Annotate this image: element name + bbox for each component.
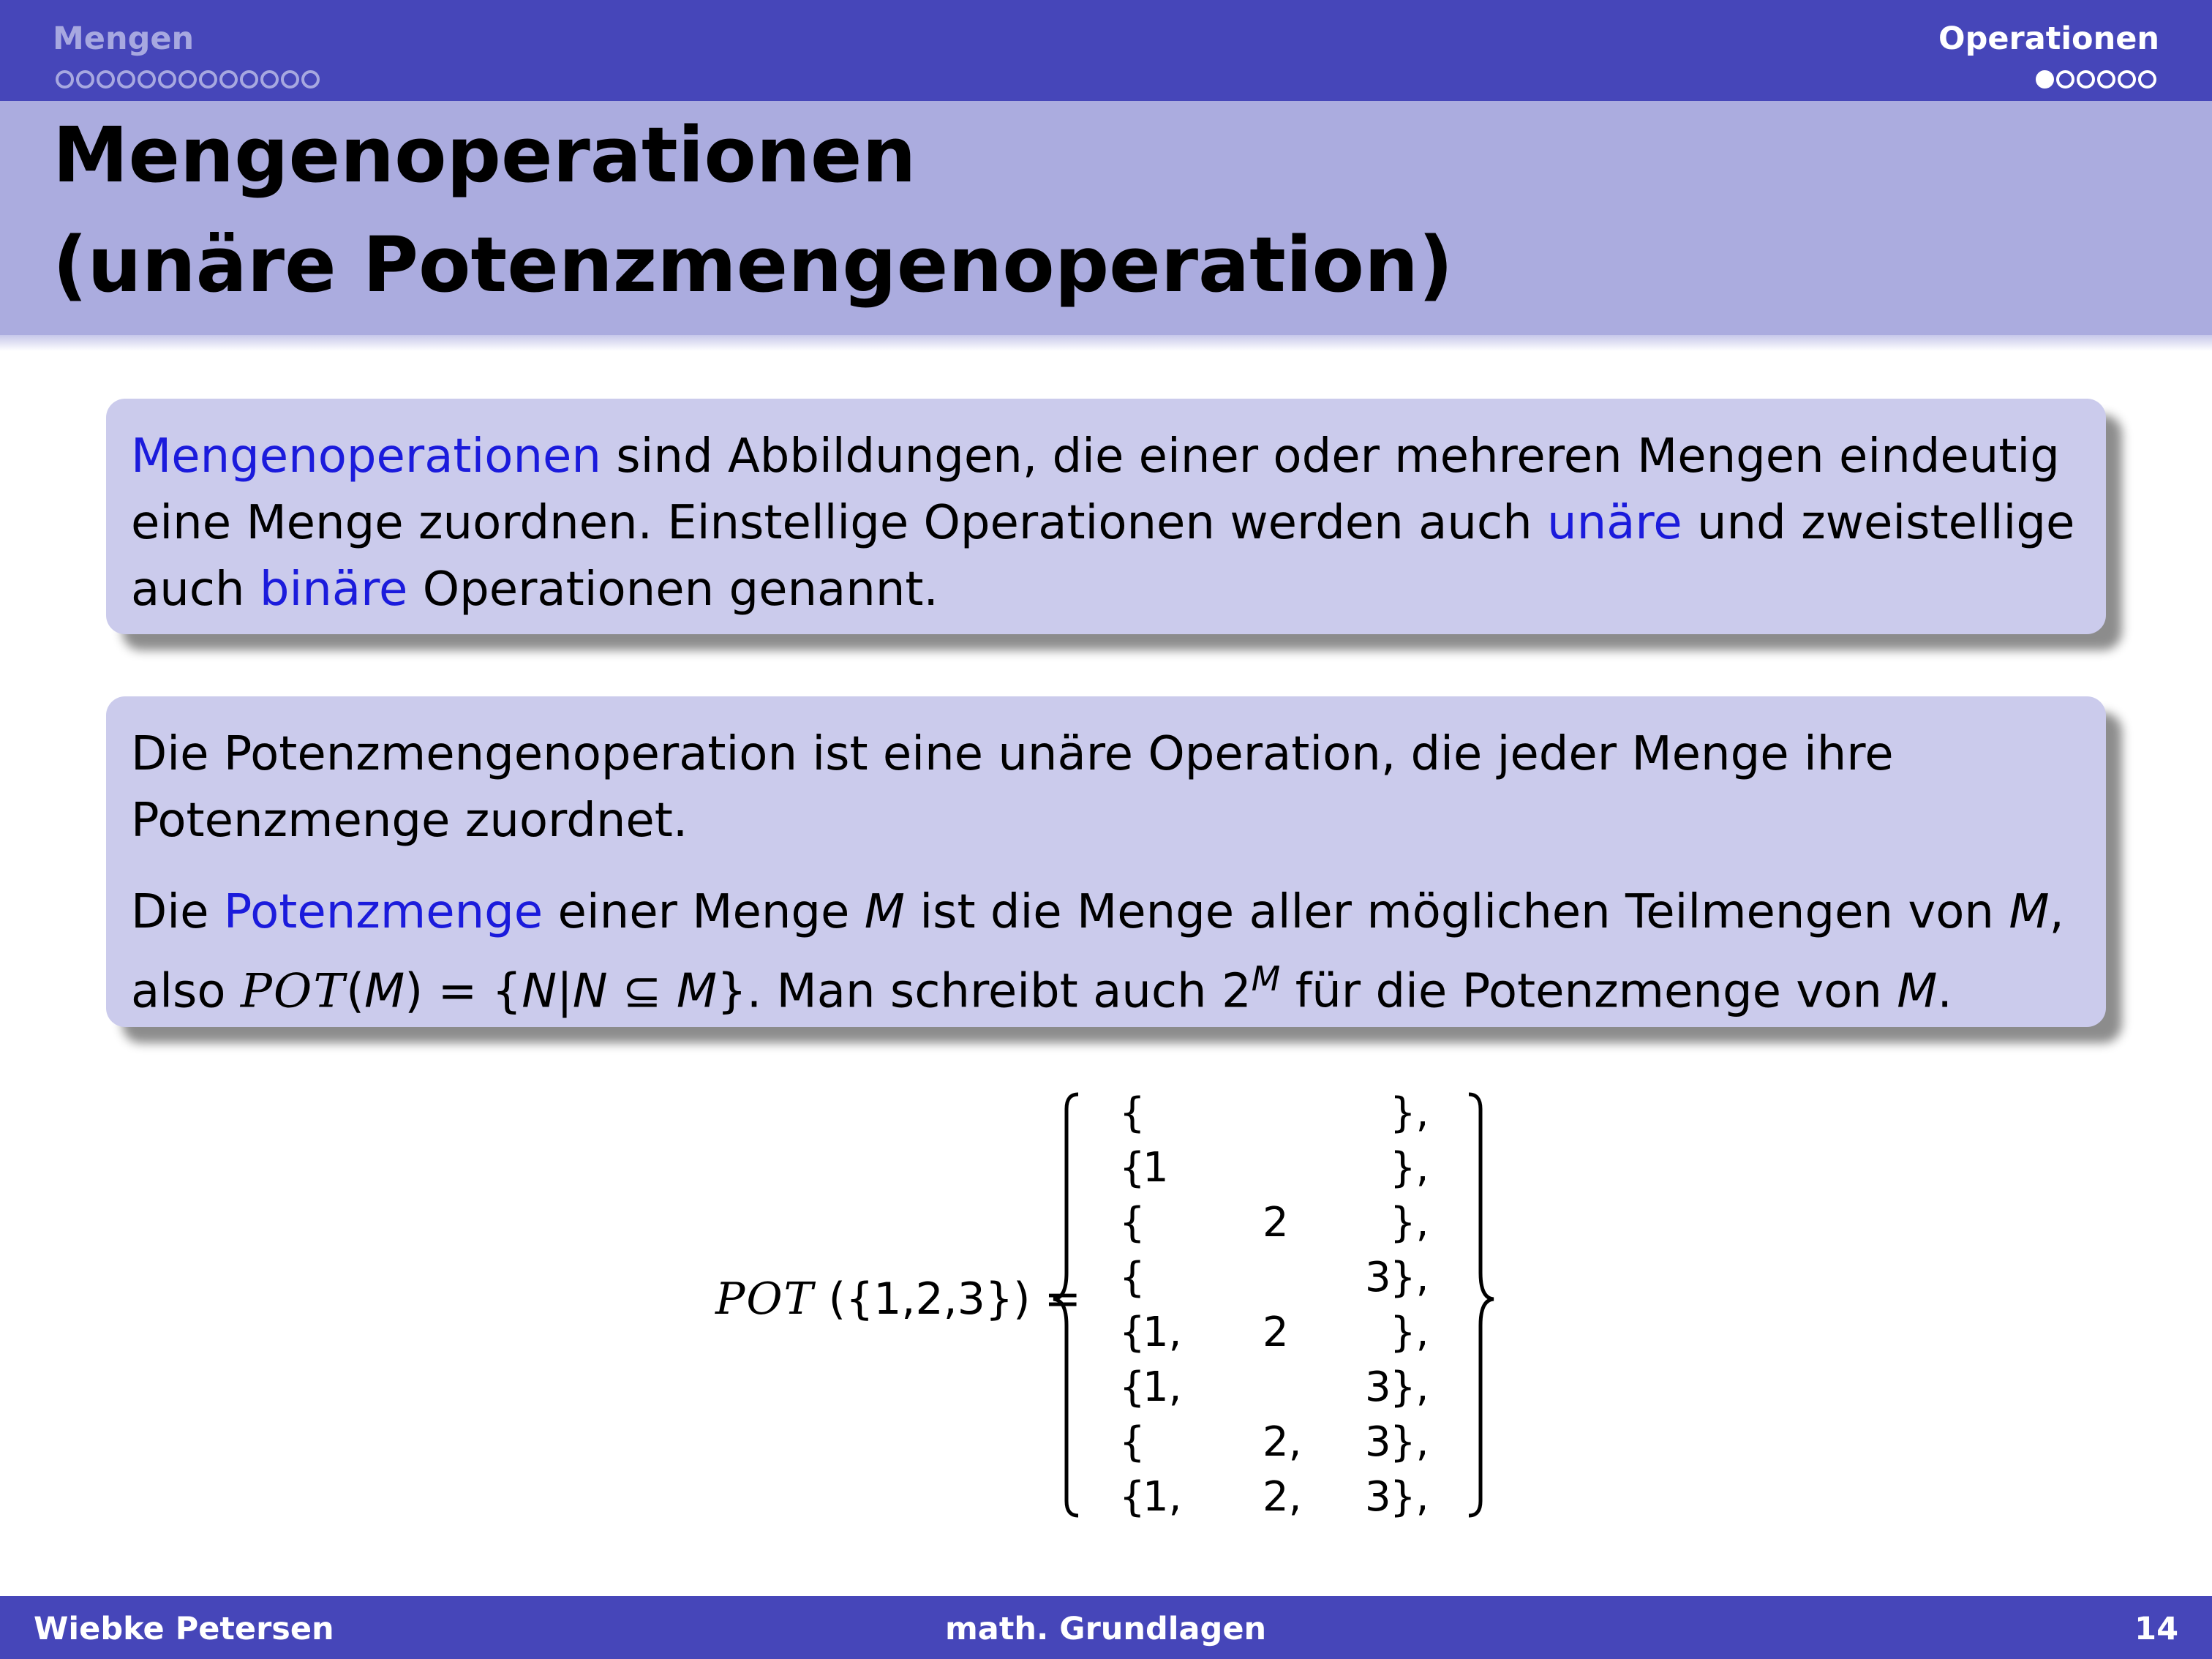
formula-braces <box>1053 1092 1494 1518</box>
subset-b: 2 <box>1263 1309 1289 1356</box>
left-brace <box>1053 1092 1079 1518</box>
subset-open: { <box>1119 1089 1146 1137</box>
subset-close: }, <box>1390 1363 1429 1411</box>
subset-c: 3 <box>1365 1363 1391 1411</box>
subset-c: 3 <box>1365 1254 1391 1301</box>
subset-close: }, <box>1390 1473 1429 1521</box>
footer-title: math. Grundlagen <box>945 1611 1267 1647</box>
subset-b: 2, <box>1263 1473 1302 1521</box>
subset-close: }, <box>1390 1309 1429 1356</box>
subset-row: {1}, <box>1119 1140 1429 1195</box>
subset-row: {2, 3}, <box>1119 1415 1429 1470</box>
subset-close: }, <box>1390 1144 1429 1192</box>
subset-open: { <box>1119 1144 1146 1192</box>
subset-c: 3 <box>1365 1418 1391 1466</box>
subset-open: { <box>1119 1199 1146 1246</box>
footer-page-number: 14 <box>2134 1611 2178 1647</box>
subset-open: { <box>1119 1309 1146 1356</box>
subset-close: }, <box>1390 1089 1429 1137</box>
subset-row: {}, <box>1119 1086 1429 1140</box>
subset-close: }, <box>1390 1418 1429 1466</box>
subset-a: 1, <box>1143 1473 1182 1521</box>
subset-c: 3 <box>1365 1473 1391 1521</box>
subset-open: { <box>1119 1363 1146 1411</box>
subset-open: { <box>1119 1473 1146 1521</box>
subset-row: {3}, <box>1119 1250 1429 1305</box>
subset-a: 1, <box>1143 1363 1182 1411</box>
subset-open: { <box>1119 1254 1146 1301</box>
subset-row: {1, 3}, <box>1119 1360 1429 1415</box>
subset-close: }, <box>1390 1199 1429 1246</box>
subset-row: {1, 2}, <box>1119 1305 1429 1360</box>
subset-b: 2 <box>1263 1199 1289 1246</box>
subset-a: 1 <box>1143 1144 1169 1192</box>
subset-row: {1, 2, 3}, <box>1119 1470 1429 1524</box>
subset-row: {2}, <box>1119 1195 1429 1250</box>
subset-b: 2, <box>1263 1418 1302 1466</box>
subset-close: }, <box>1390 1254 1429 1301</box>
right-brace <box>1468 1092 1494 1518</box>
footer-author: Wiebke Petersen <box>34 1611 334 1647</box>
subset-open: { <box>1119 1418 1146 1466</box>
subset-a: 1, <box>1143 1309 1182 1356</box>
footer-bar: Wiebke Petersen math. Grundlagen 14 <box>0 1596 2212 1659</box>
